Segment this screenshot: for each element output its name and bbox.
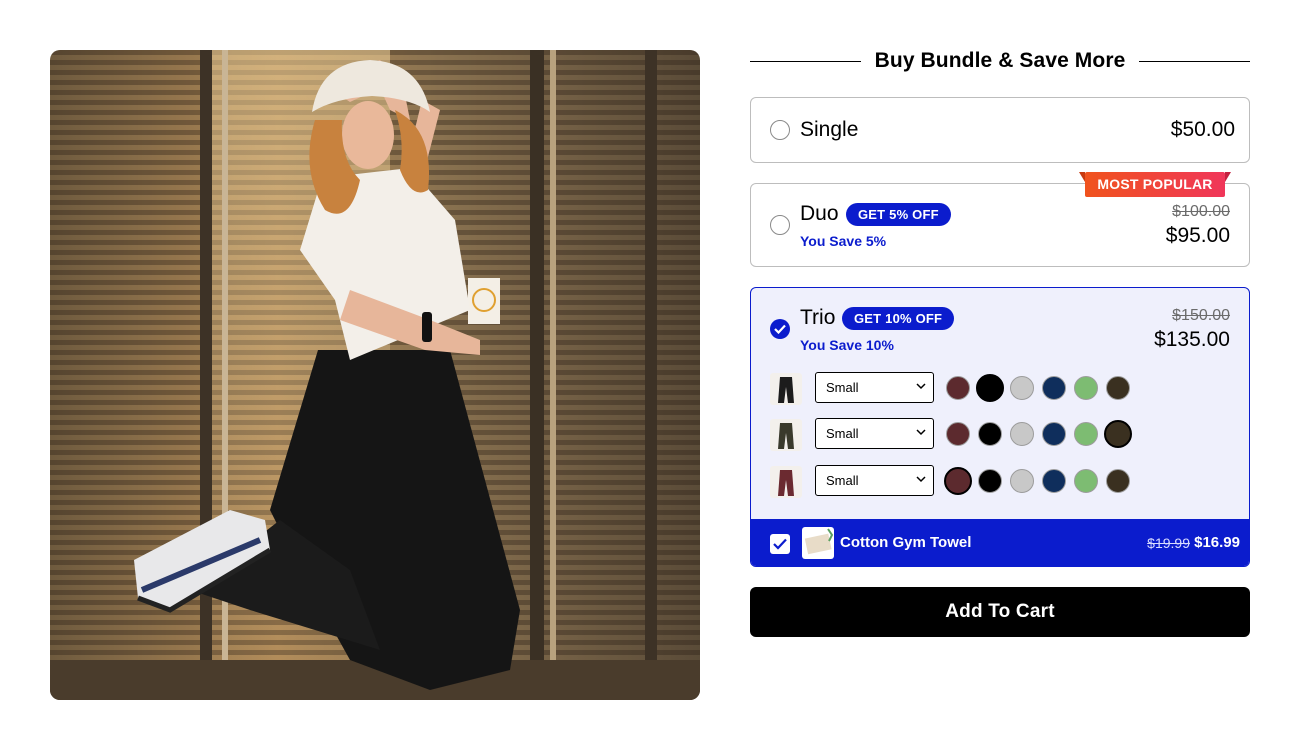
color-swatch[interactable]: [1042, 469, 1066, 493]
most-popular-ribbon: MOST POPULAR: [1079, 172, 1231, 197]
variant-thumbnail: [770, 373, 802, 405]
trio-variant-row: Small: [770, 372, 1210, 406]
trio-variant-row: Small: [770, 465, 1210, 499]
duo-price-old: $100.00: [1172, 203, 1230, 220]
duo-discount-badge: GET 5% OFF: [846, 203, 951, 226]
color-swatch[interactable]: [1106, 376, 1130, 400]
trio-radio[interactable]: [770, 319, 790, 339]
color-swatches: [946, 373, 1130, 403]
color-swatch[interactable]: [946, 422, 970, 446]
color-swatches: [944, 466, 1130, 496]
color-swatch[interactable]: [1010, 376, 1034, 400]
trio-save-text: You Save 10%: [800, 337, 894, 353]
single-price: $50.00: [1170, 118, 1235, 141]
color-swatch[interactable]: [1010, 422, 1034, 446]
trio-price-old: $150.00: [1172, 307, 1230, 324]
addon-price: $16.99: [1194, 534, 1240, 551]
color-swatch[interactable]: [1042, 376, 1066, 400]
duo-save-text: You Save 5%: [800, 233, 887, 249]
bundle-option-single[interactable]: Single $50.00: [750, 97, 1250, 163]
bundle-heading: Buy Bundle & Save More: [874, 49, 1126, 72]
size-select-value: Small: [826, 426, 859, 441]
addon-price-old: $19.99: [1147, 535, 1190, 551]
chevron-down-icon: [916, 476, 926, 483]
chevron-down-icon: [916, 383, 926, 390]
duo-radio[interactable]: [770, 215, 790, 235]
color-swatch[interactable]: [1074, 469, 1098, 493]
bundle-option-trio[interactable]: Trio GET 10% OFF You Save 10% $150.00 $1…: [750, 287, 1250, 567]
duo-price: $95.00: [1165, 224, 1230, 247]
color-swatch[interactable]: [1074, 422, 1098, 446]
size-select[interactable]: Small: [815, 372, 934, 403]
checkmark-icon: [773, 538, 787, 550]
chevron-down-icon: [916, 429, 926, 436]
single-label: Single: [800, 118, 859, 141]
size-select[interactable]: Small: [815, 418, 934, 449]
bundle-heading-row: Buy Bundle & Save More: [750, 40, 1251, 82]
color-swatch[interactable]: [944, 467, 972, 495]
heading-rule-left: [750, 60, 861, 62]
trio-price: $135.00: [1154, 328, 1230, 351]
size-select-value: Small: [826, 473, 859, 488]
color-swatch[interactable]: [978, 422, 1002, 446]
towel-thumbnail: [802, 527, 834, 559]
color-swatch[interactable]: [1074, 376, 1098, 400]
bundle-option-duo[interactable]: MOST POPULAR Duo GET 5% OFF You Save 5% …: [750, 172, 1250, 267]
color-swatch[interactable]: [1104, 420, 1132, 448]
trio-discount-badge: GET 10% OFF: [842, 307, 955, 330]
bundle-panel: Buy Bundle & Save More Single $50.00 MOS…: [750, 40, 1251, 637]
size-select-value: Small: [826, 380, 859, 395]
trio-label: Trio: [800, 306, 836, 329]
trio-variant-row: Small: [770, 418, 1210, 452]
variant-thumbnail: [770, 466, 802, 498]
product-image: [50, 50, 700, 700]
color-swatch[interactable]: [1010, 469, 1034, 493]
addon-bar[interactable]: Cotton Gym Towel $19.99 $16.99: [751, 519, 1249, 566]
add-to-cart-button[interactable]: Add To Cart: [750, 587, 1250, 637]
color-swatch[interactable]: [976, 374, 1004, 402]
size-select[interactable]: Small: [815, 465, 934, 496]
color-swatch[interactable]: [1106, 469, 1130, 493]
addon-checkbox[interactable]: [770, 534, 790, 554]
color-swatch[interactable]: [978, 469, 1002, 493]
checkmark-icon: [774, 324, 786, 334]
heading-rule-right: [1139, 60, 1251, 62]
color-swatches: [946, 419, 1132, 449]
duo-label: Duo: [800, 202, 839, 225]
variant-thumbnail: [770, 419, 802, 451]
addon-name: Cotton Gym Towel: [840, 534, 972, 551]
color-swatch[interactable]: [1042, 422, 1066, 446]
single-radio[interactable]: [770, 120, 790, 140]
color-swatch[interactable]: [946, 376, 970, 400]
